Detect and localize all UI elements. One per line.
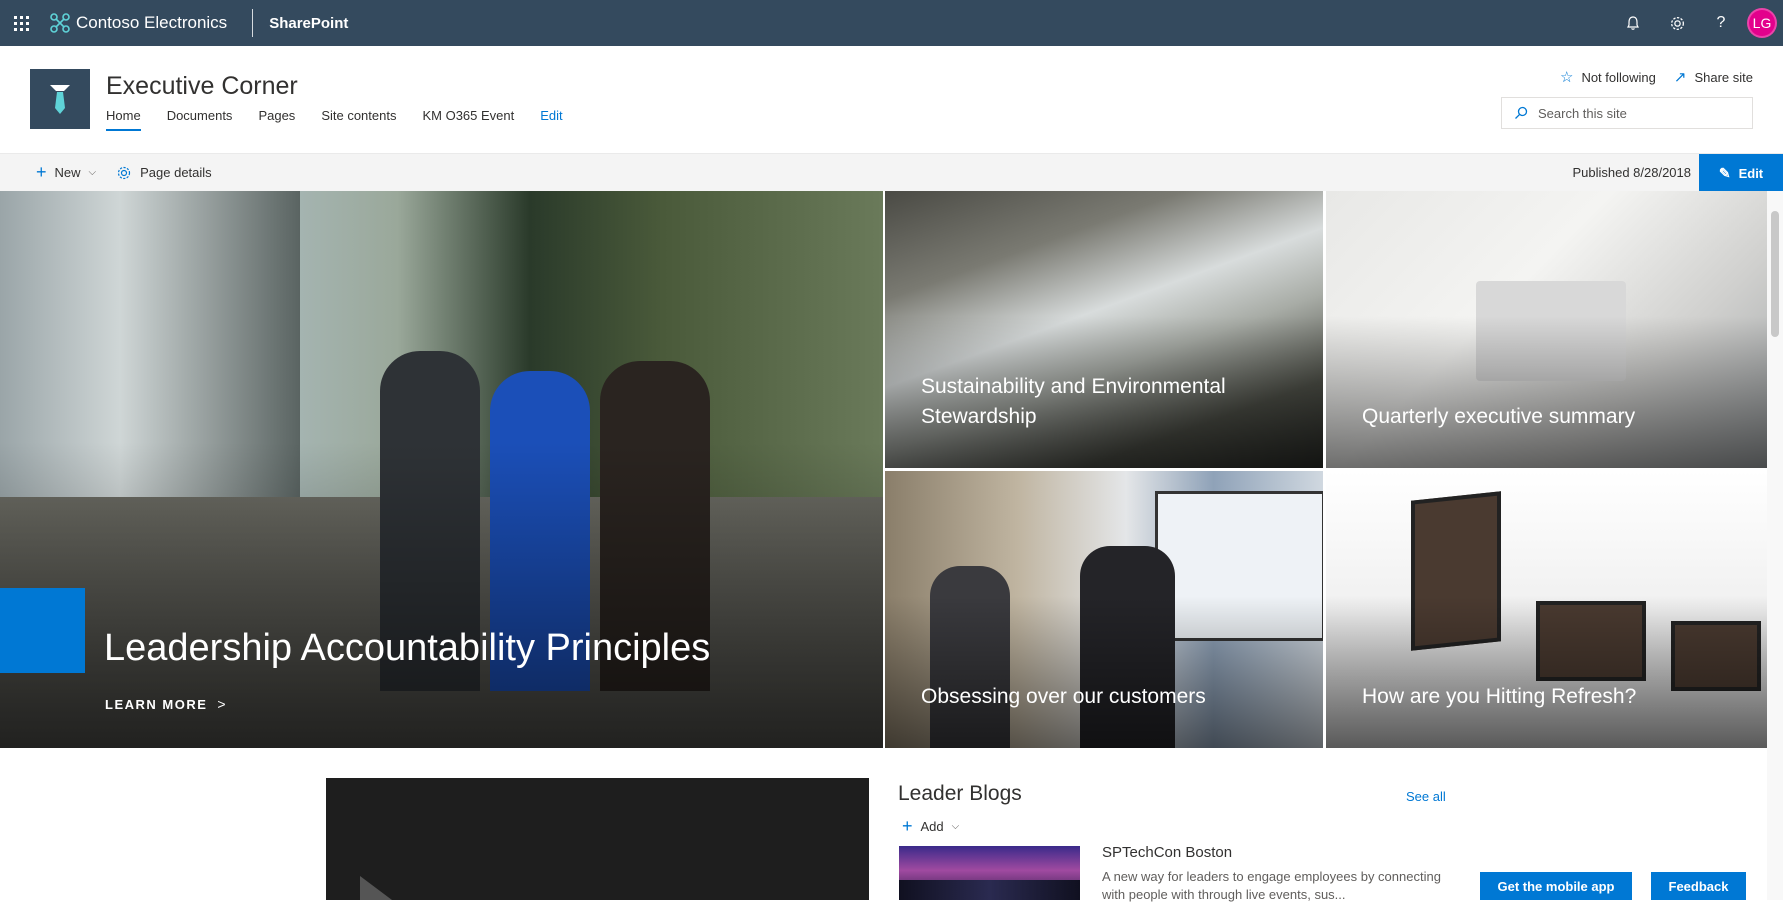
nav-item-km-event[interactable]: KM O365 Event [422, 108, 514, 131]
star-icon: ☆ [1559, 69, 1574, 86]
tile-shade [1326, 595, 1767, 748]
hero-web-part: Leadership Accountability Principles LEA… [0, 191, 1767, 748]
share-icon: ↗ [1673, 69, 1687, 86]
leader-blogs-title: Leader Blogs [898, 782, 1022, 805]
play-icon [360, 876, 400, 900]
site-actions: ☆ Not following ↗ Share site [1542, 68, 1753, 86]
product-name[interactable]: SharePoint [269, 15, 348, 32]
gear-icon [118, 166, 131, 179]
tile-caption: How are you Hitting Refresh? [1362, 685, 1637, 708]
page-details-button[interactable]: Page details [116, 165, 212, 181]
site-header: Executive Corner Home Documents Pages Si… [0, 46, 1783, 153]
nav-item-pages[interactable]: Pages [258, 108, 295, 131]
hero-tile-customers[interactable]: Obsessing over our customers [885, 471, 1323, 748]
edit-page-button[interactable]: ✎ Edit [1699, 154, 1783, 192]
help-button[interactable]: ? [1699, 0, 1743, 46]
tile-shade [885, 595, 1323, 748]
gear-icon [1670, 16, 1684, 30]
share-site-button[interactable]: ↗ Share site [1674, 68, 1753, 86]
hero-tile-quarterly-summary[interactable]: Quarterly executive summary [1326, 191, 1767, 468]
hero-main-title[interactable]: Leadership Accountability Principles [104, 627, 710, 670]
edit-label: Edit [1738, 165, 1764, 181]
site-logo[interactable] [30, 69, 90, 129]
command-bar: + New ⌵ Page details Published 8/28/2018… [0, 153, 1783, 192]
org-brand[interactable]: Contoso Electronics [50, 13, 227, 33]
page-details-label: Page details [140, 165, 212, 180]
share-label: Share site [1694, 69, 1753, 85]
avatar[interactable]: LG [1747, 8, 1777, 38]
app-launcher-icon [13, 15, 29, 31]
chevron-right-icon: > [217, 696, 228, 712]
feedback-button[interactable]: Feedback [1651, 872, 1746, 900]
tile-caption: Sustainability and Environmental Steward… [921, 375, 1226, 428]
nav-item-site-contents[interactable]: Site contents [321, 108, 396, 131]
notifications-button[interactable] [1611, 0, 1655, 46]
bell-icon [1627, 16, 1639, 30]
suite-divider [252, 9, 254, 37]
city-skyline-image [899, 880, 1080, 900]
tile-caption: Obsessing over our customers [921, 685, 1206, 708]
org-name: Contoso Electronics [76, 13, 228, 32]
contoso-logo-icon [50, 13, 70, 33]
follow-button[interactable]: ☆ Not following [1560, 68, 1656, 86]
video-web-part[interactable] [326, 778, 869, 900]
blog-description: A new way for leaders to engage employee… [1102, 869, 1441, 902]
blog-thumbnail[interactable] [899, 846, 1080, 900]
hero-accent-block [0, 588, 85, 673]
published-status: Published 8/28/2018 [1572, 165, 1691, 180]
see-all-link[interactable]: See all [1406, 789, 1446, 804]
pencil-icon: ✎ [1718, 164, 1731, 181]
new-button[interactable]: + New ⌵ [36, 162, 96, 183]
nav-item-home[interactable]: Home [106, 108, 141, 131]
add-blog-button[interactable]: + Add ⌵ [902, 816, 959, 837]
search-placeholder: Search this site [1538, 105, 1627, 121]
suite-bar: Contoso Electronics SharePoint ? LG [0, 0, 1783, 46]
settings-button[interactable] [1655, 0, 1699, 46]
plus-icon: + [902, 816, 913, 836]
get-mobile-app-button[interactable]: Get the mobile app [1480, 872, 1632, 900]
new-label: New [54, 165, 81, 180]
site-title[interactable]: Executive Corner [106, 72, 298, 101]
search-icon [1515, 106, 1528, 119]
learn-more-label: LEARN MORE [105, 696, 208, 712]
tie-icon [50, 85, 70, 114]
suite-actions: ? LG [1611, 0, 1783, 46]
hero-tile-sustainability[interactable]: Sustainability and Environmental Steward… [885, 191, 1323, 468]
tile-shade [1326, 315, 1767, 468]
app-launcher-button[interactable] [0, 0, 42, 46]
plus-icon: + [36, 162, 47, 182]
hero-tile-hitting-refresh[interactable]: How are you Hitting Refresh? [1326, 471, 1767, 748]
site-navigation: Home Documents Pages Site contents KM O3… [106, 108, 589, 131]
follow-label: Not following [1581, 69, 1656, 85]
help-icon: ? [1716, 14, 1726, 31]
site-search-box[interactable]: Search this site [1501, 97, 1753, 129]
nav-edit-link[interactable]: Edit [540, 108, 562, 131]
scrollbar-thumb[interactable] [1771, 211, 1779, 337]
learn-more-link[interactable]: LEARN MORE > [105, 696, 227, 712]
hero-main-tile[interactable]: Leadership Accountability Principles LEA… [0, 191, 883, 748]
nav-item-documents[interactable]: Documents [167, 108, 233, 131]
tile-caption: Quarterly executive summary [1362, 405, 1636, 428]
chevron-down-icon: ⌵ [88, 167, 97, 178]
blog-title[interactable]: SPTechCon Boston [1102, 844, 1232, 861]
chevron-down-icon: ⌵ [951, 821, 960, 832]
add-label: Add [920, 819, 944, 834]
